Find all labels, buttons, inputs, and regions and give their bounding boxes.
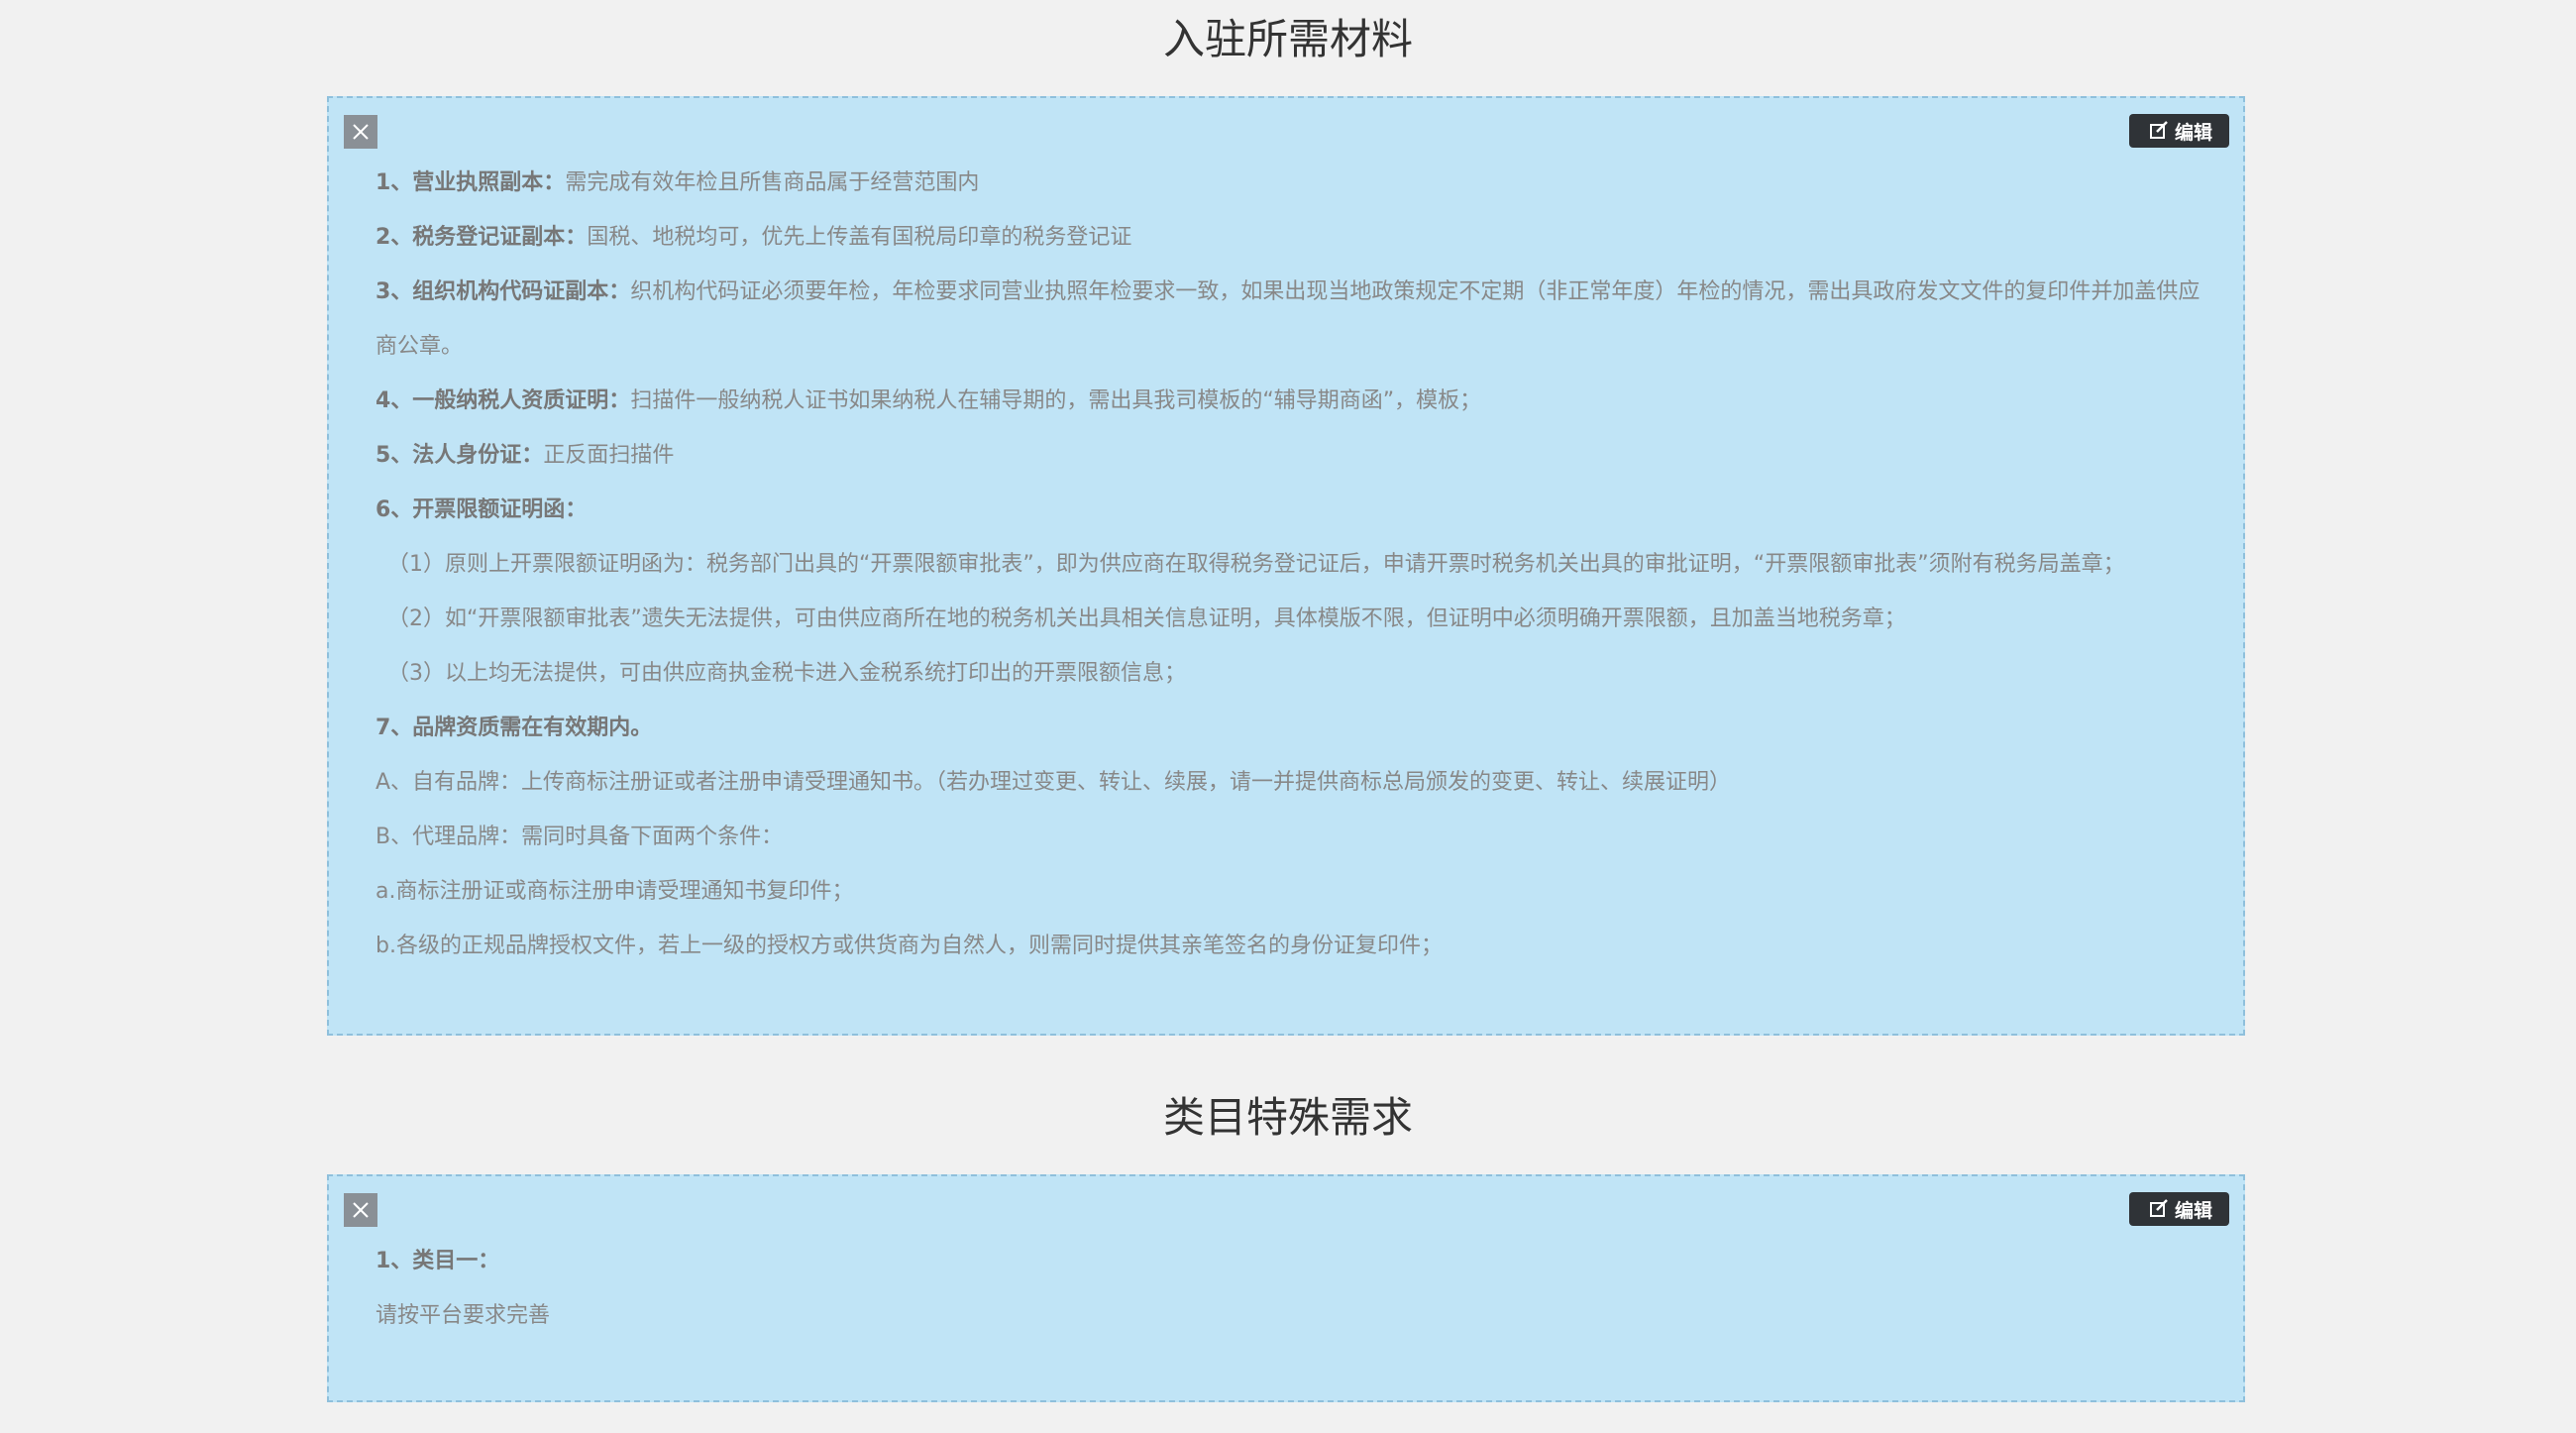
list-item: 1、类目一： bbox=[376, 1249, 500, 1273]
list-item: 请按平台要求完善 bbox=[376, 1303, 551, 1328]
list-item: （3）以上均无法提供，可由供应商执金税卡进入金税系统打印出的开票限额信息； bbox=[387, 661, 1186, 686]
close-button[interactable] bbox=[344, 1193, 377, 1227]
list-item: 5、法人身份证：正反面扫描件 bbox=[376, 443, 675, 468]
close-button[interactable] bbox=[344, 115, 377, 149]
edit-button-label: 编辑 bbox=[2174, 1199, 2212, 1222]
edit-button[interactable]: 编辑 bbox=[2128, 1192, 2229, 1226]
list-item: b.各级的正规品牌授权文件，若上一级的授权方或供货商为自然人，则需同时提供其亲笔… bbox=[376, 934, 1443, 958]
materials-panel: 编辑 1、营业执照副本：需完成有效年检且所售商品属于经营范围内 2、税务登记证副… bbox=[327, 96, 2245, 1036]
list-item: 1、营业执照副本：需完成有效年检且所售商品属于经营范围内 bbox=[376, 170, 980, 195]
close-icon bbox=[353, 1202, 369, 1218]
section-title-materials: 入驻所需材料 bbox=[1162, 15, 1413, 63]
materials-content: 1、营业执照副本：需完成有效年检且所售商品属于经营范围内 2、税务登记证副本：国… bbox=[376, 156, 2208, 973]
edit-icon bbox=[2149, 121, 2168, 139]
section-title-category: 类目特殊需求 bbox=[1162, 1093, 1413, 1142]
list-item: 3、组织机构代码证副本：织机构代码证必须要年检，年检要求同营业执照年检要求一致，… bbox=[376, 279, 2200, 359]
page: 入驻所需材料 编辑 1、营业执照副本：需完成有效年检且所售商品属于经营范围内 2… bbox=[0, 0, 2576, 1433]
edit-icon bbox=[2149, 1199, 2168, 1217]
close-icon bbox=[353, 124, 369, 140]
list-item: A、自有品牌：上传商标注册证或者注册申请受理通知书。（若办理过变更、转让、续展，… bbox=[376, 770, 1732, 795]
list-item: 2、税务登记证副本：国税、地税均可，优先上传盖有国税局印章的税务登记证 bbox=[376, 225, 1132, 250]
list-item: （1）原则上开票限额证明函为：税务部门出具的“开票限额审批表”，即为供应商在取得… bbox=[387, 552, 2125, 577]
list-item: （2）如“开票限额审批表”遗失无法提供，可由供应商所在地的税务机关出具相关信息证… bbox=[387, 606, 1906, 631]
edit-button[interactable]: 编辑 bbox=[2128, 114, 2229, 148]
list-item: B、代理品牌：需同时具备下面两个条件： bbox=[376, 825, 784, 849]
list-item: 6、开票限额证明函： bbox=[376, 497, 588, 522]
list-item: 4、一般纳税人资质证明：扫描件一般纳税人证书如果纳税人在辅导期的，需出具我司模板… bbox=[376, 388, 1482, 413]
category-content: 1、类目一： 请按平台要求完善 bbox=[376, 1234, 2208, 1343]
edit-button-label: 编辑 bbox=[2174, 121, 2212, 144]
list-item: 7、品牌资质需在有效期内。 bbox=[376, 716, 653, 740]
list-item: a.商标注册证或商标注册申请受理通知书复印件； bbox=[376, 879, 854, 904]
category-panel: 编辑 1、类目一： 请按平台要求完善 bbox=[327, 1174, 2245, 1402]
